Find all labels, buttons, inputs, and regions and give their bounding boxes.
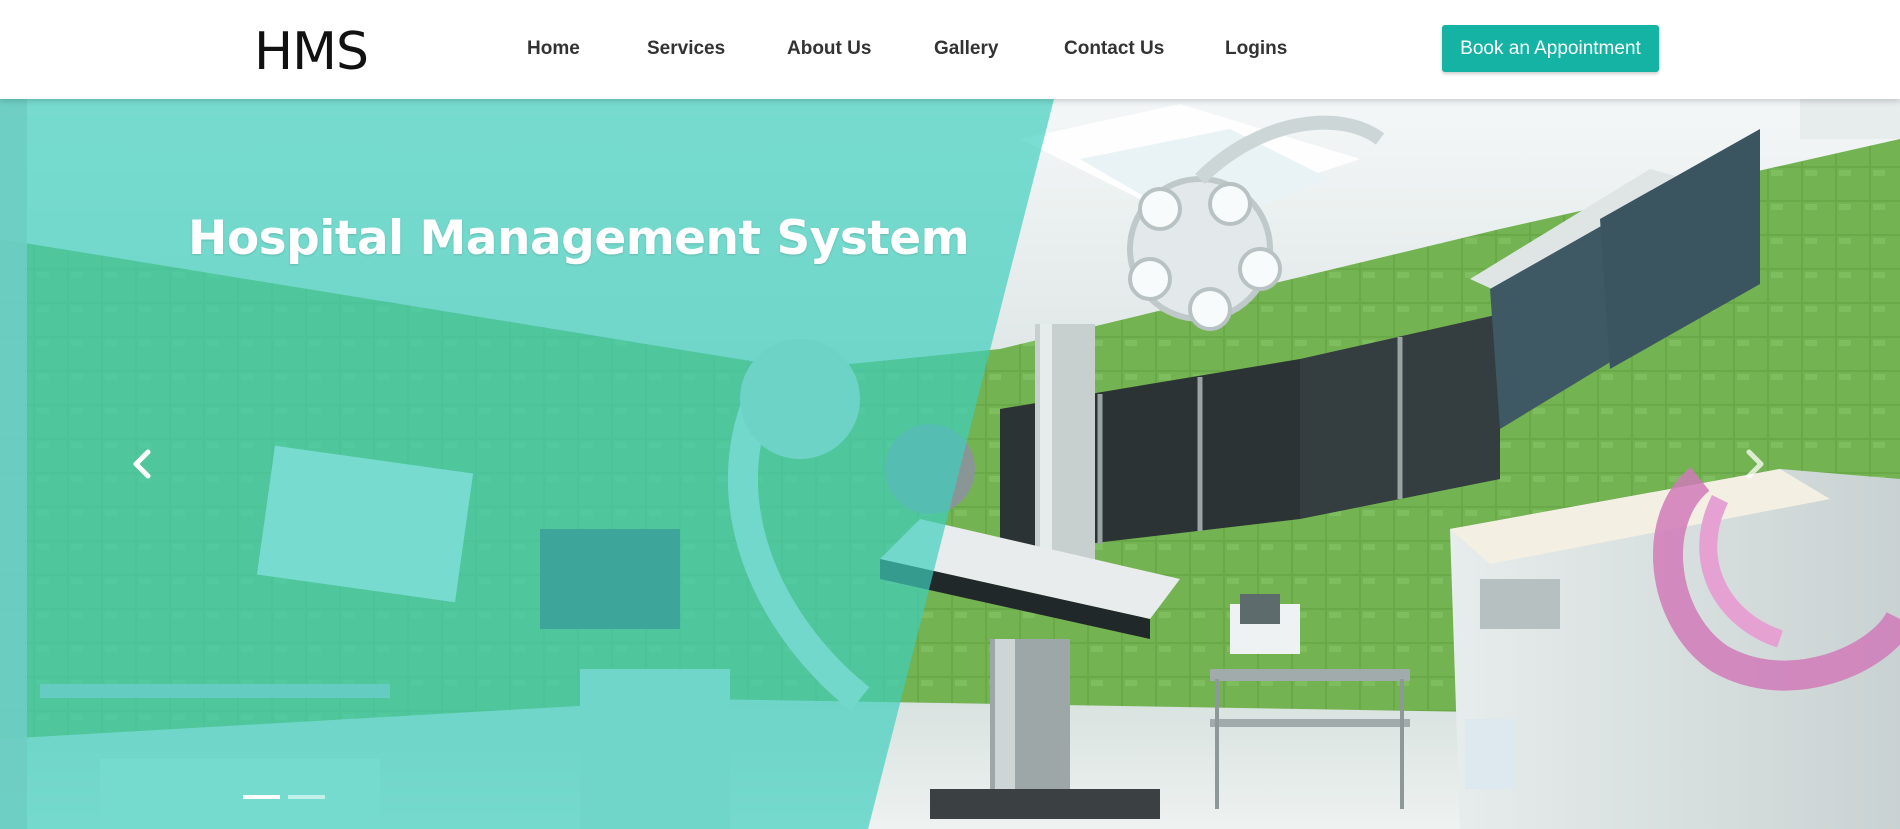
hero-carousel: Hospital Management System (0, 99, 1900, 829)
nav-services-link[interactable]: Services (647, 36, 725, 62)
nav-about-link[interactable]: About Us (787, 36, 871, 62)
carousel-next-button[interactable] (1735, 439, 1775, 489)
carousel-indicator-2[interactable] (288, 795, 325, 799)
nav-logins-link[interactable]: Logins (1225, 36, 1287, 62)
carousel-indicator-1[interactable] (243, 795, 280, 799)
carousel-prev-button[interactable] (122, 439, 162, 489)
chevron-left-icon (133, 449, 151, 479)
nav-contact-link[interactable]: Contact Us (1064, 36, 1164, 62)
nav-gallery-link[interactable]: Gallery (934, 36, 998, 62)
nav-home-link[interactable]: Home (527, 36, 580, 62)
navbar: HMS Home Services About Us Gallery Conta… (0, 0, 1900, 99)
book-appointment-button[interactable]: Book an Appointment (1442, 25, 1659, 72)
hero-left-edge (0, 99, 27, 829)
hero-title: Hospital Management System (188, 211, 970, 266)
chevron-right-icon (1746, 449, 1764, 479)
